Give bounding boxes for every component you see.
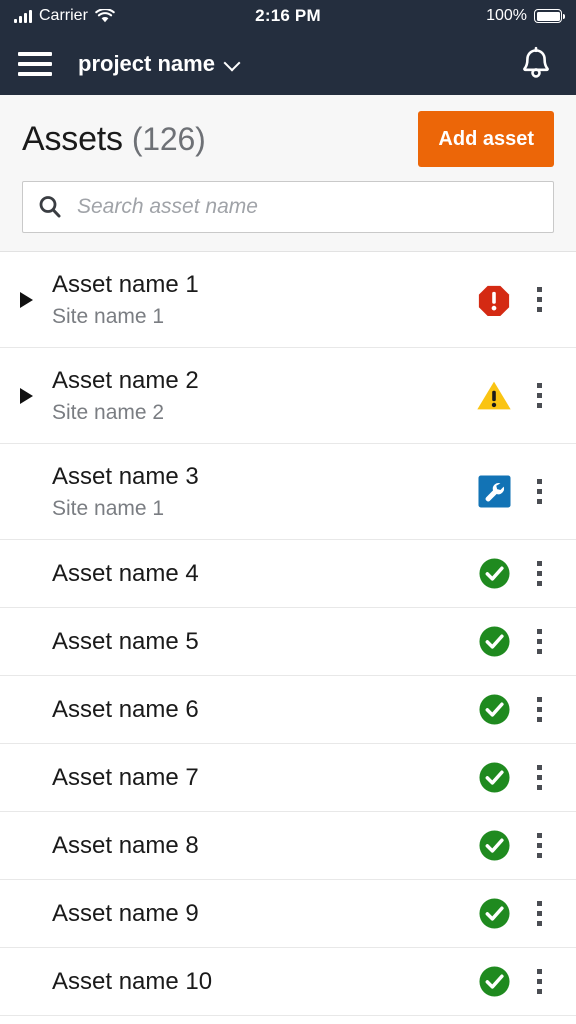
status-badge xyxy=(470,283,518,317)
row-text: Asset name 2 Site name 2 xyxy=(52,366,470,425)
overflow-menu-icon[interactable] xyxy=(518,383,560,408)
asset-name-label: Asset name 5 xyxy=(52,627,199,655)
status-badge xyxy=(470,625,518,658)
table-row[interactable]: Asset name 9 xyxy=(0,880,576,948)
status-ok-icon xyxy=(478,898,510,929)
carrier-label: Carrier xyxy=(39,7,88,24)
table-row[interactable]: Asset name 4 xyxy=(0,540,576,608)
hamburger-menu-icon[interactable] xyxy=(18,51,52,76)
row-text: Asset name 5 xyxy=(52,627,470,657)
asset-list: Asset name 1 Site name 1 Asset name 2 Site … xyxy=(0,252,576,1016)
status-maintenance-icon xyxy=(477,475,511,508)
page-header: Assets (126) Add asset xyxy=(0,95,576,252)
table-row[interactable]: Asset name 8 xyxy=(0,812,576,880)
row-text: Asset name 10 xyxy=(52,967,470,997)
asset-name-label: Asset name 3 xyxy=(52,462,199,490)
table-row[interactable]: Asset name 7 xyxy=(0,744,576,812)
overflow-menu-icon[interactable] xyxy=(518,561,560,586)
overflow-menu-icon[interactable] xyxy=(518,833,560,858)
chevron-down-icon xyxy=(225,56,240,71)
status-badge xyxy=(470,761,518,794)
status-ok-icon xyxy=(478,762,510,793)
caret-right-glyph xyxy=(19,291,33,308)
project-selector[interactable]: project name xyxy=(78,51,240,77)
row-text: Asset name 8 xyxy=(52,831,470,861)
table-row[interactable]: Asset name 1 Site name 1 xyxy=(0,252,576,348)
wifi-icon xyxy=(95,8,115,22)
overflow-menu-icon[interactable] xyxy=(518,287,560,312)
status-badge xyxy=(470,897,518,930)
bell-icon[interactable] xyxy=(516,44,556,84)
project-name-label: project name xyxy=(78,50,215,76)
asset-name-label: Asset name 10 xyxy=(52,967,213,995)
row-text: Asset name 1 Site name 1 xyxy=(52,270,470,329)
battery-full-icon xyxy=(534,9,565,23)
navigation-bar: project name xyxy=(0,32,576,95)
row-text: Asset name 9 xyxy=(52,899,470,929)
table-row[interactable]: Asset name 3 Site name 1 xyxy=(0,444,576,540)
overflow-menu-icon[interactable] xyxy=(518,765,560,790)
table-row[interactable]: Asset name 6 xyxy=(0,676,576,744)
status-warning-icon xyxy=(477,381,511,410)
caret-right-glyph xyxy=(19,387,33,404)
asset-count-label: (126) xyxy=(131,120,206,157)
clock-label: 2:16 PM xyxy=(255,6,321,25)
overflow-menu-icon[interactable] xyxy=(518,629,560,654)
overflow-menu-icon[interactable] xyxy=(518,969,560,994)
page-title-text: Assets xyxy=(22,119,123,158)
search-input[interactable] xyxy=(75,194,539,220)
search-icon xyxy=(39,196,61,218)
status-bar: Carrier 2:16 PM 100% xyxy=(0,0,576,32)
table-row[interactable]: Asset name 5 xyxy=(0,608,576,676)
status-ok-icon xyxy=(478,966,510,997)
row-text: Asset name 3 Site name 1 xyxy=(52,462,470,521)
status-critical-icon xyxy=(478,285,510,316)
search-field[interactable] xyxy=(22,181,554,233)
row-text: Asset name 6 xyxy=(52,695,470,725)
status-bar-right: 100% xyxy=(321,7,565,25)
site-name-label: Site name 1 xyxy=(52,496,165,520)
page-title: Assets (126) xyxy=(22,120,206,159)
status-ok-icon xyxy=(478,694,510,725)
row-text: Asset name 7 xyxy=(52,763,470,793)
row-text: Asset name 4 xyxy=(52,559,470,589)
asset-name-label: Asset name 8 xyxy=(52,831,199,859)
overflow-menu-icon[interactable] xyxy=(518,901,560,926)
status-badge xyxy=(470,829,518,862)
site-name-label: Site name 2 xyxy=(52,400,165,424)
status-badge xyxy=(470,475,518,508)
expand-triangle-icon[interactable] xyxy=(0,291,52,308)
status-badge xyxy=(470,693,518,726)
status-bar-left: Carrier xyxy=(14,7,255,25)
site-name-label: Site name 1 xyxy=(52,304,165,328)
title-row: Assets (126) Add asset xyxy=(22,111,554,167)
add-asset-button[interactable]: Add asset xyxy=(418,111,554,167)
asset-name-label: Asset name 1 xyxy=(52,270,199,298)
status-ok-icon xyxy=(478,830,510,861)
overflow-menu-icon[interactable] xyxy=(518,479,560,504)
asset-name-label: Asset name 2 xyxy=(52,366,199,394)
asset-name-label: Asset name 9 xyxy=(52,899,199,927)
overflow-menu-icon[interactable] xyxy=(518,697,560,722)
table-row[interactable]: Asset name 10 xyxy=(0,948,576,1016)
status-ok-icon xyxy=(478,558,510,589)
asset-name-label: Asset name 7 xyxy=(52,763,199,791)
asset-name-label: Asset name 4 xyxy=(52,559,199,587)
expand-triangle-icon[interactable] xyxy=(0,387,52,404)
table-row[interactable]: Asset name 2 Site name 2 xyxy=(0,348,576,444)
status-badge xyxy=(470,965,518,998)
asset-name-label: Asset name 6 xyxy=(52,695,199,723)
status-badge xyxy=(470,379,518,412)
signal-bars-icon xyxy=(14,9,32,23)
battery-percent-label: 100% xyxy=(486,7,527,24)
status-badge xyxy=(470,557,518,590)
status-ok-icon xyxy=(478,626,510,657)
